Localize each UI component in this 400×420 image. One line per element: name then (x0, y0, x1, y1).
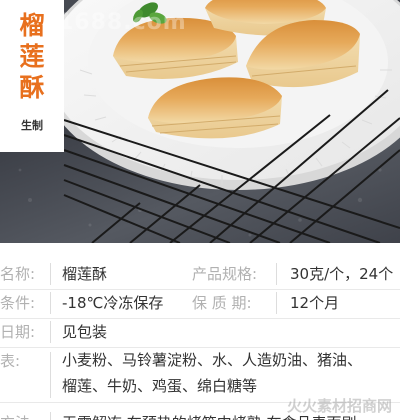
ingredients-label: 表: (0, 352, 21, 370)
info-row-name: 名称: 榴莲酥 产品规格: 30克/个，24个 (0, 258, 400, 290)
divider (50, 352, 51, 398)
ingredients-value: 小麦粉、马铃薯淀粉、水、人造奶油、猪油、 榴莲、牛奶、鸡蛋、绵白糖等 (62, 347, 362, 399)
spec-value: 30克/个，24个 (290, 265, 394, 283)
product-photo: 1688.com 榴 莲 酥 生制 (0, 0, 400, 243)
shelf-life-value: 12个月 (290, 294, 340, 312)
divider (276, 292, 277, 314)
title-char-1: 榴 (19, 11, 45, 40)
storage-value: -18℃冷冻保存 (62, 294, 164, 312)
divider (50, 412, 51, 420)
ingredients-line-1: 小麦粉、马铃薯淀粉、水、人造奶油、猪油、 (62, 351, 363, 369)
name-label: 名称: (0, 265, 36, 283)
title-char-2: 莲 (19, 42, 45, 71)
info-row-date: 日期: 见包装 (0, 316, 400, 348)
watermark-top: 1688.com (58, 10, 187, 35)
shelf-life-label: 保 质 期: (192, 294, 252, 312)
date-value: 见包装 (62, 323, 108, 341)
date-label: 日期: (0, 323, 36, 341)
title-char-3: 酥 (19, 73, 45, 102)
spec-label: 产品规格: (192, 265, 258, 283)
method-label: 方法: (0, 407, 35, 420)
product-info-table: 名称: 榴莲酥 产品规格: 30克/个，24个 条件: -18℃冷冻保存 保 质… (0, 243, 400, 420)
watermark-bottom: 火火素材招商网 (286, 397, 392, 415)
divider (50, 321, 51, 343)
divider (276, 263, 277, 285)
divider (50, 292, 51, 314)
divider (50, 263, 51, 285)
info-row-storage: 条件: -18℃冷冻保存 保 质 期: 12个月 (0, 287, 400, 319)
product-title-card: 榴 莲 酥 生制 (0, 0, 64, 152)
storage-label: 条件: (0, 294, 36, 312)
product-subtitle: 生制 (21, 119, 43, 132)
name-value: 榴莲酥 (62, 265, 108, 283)
